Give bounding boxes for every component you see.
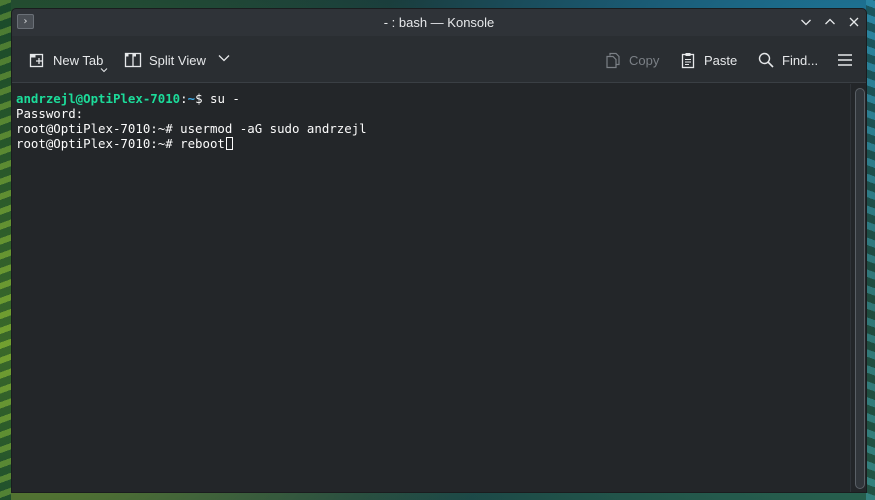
chevron-down-icon <box>801 19 811 26</box>
paste-label: Paste <box>704 52 738 68</box>
maximize-button[interactable] <box>821 13 839 31</box>
terminal-scrollbar[interactable] <box>850 84 866 492</box>
split-view-icon <box>124 52 142 68</box>
copy-label: Copy <box>629 52 660 68</box>
new-tab-button[interactable]: New Tab <box>28 47 103 73</box>
caret-down-icon[interactable] <box>100 67 108 73</box>
terminal-line: root@OptiPlex-7010:~# reboot <box>16 136 850 151</box>
terminal-output[interactable]: andrzejl@OptiPlex-7010:~$ su - Password:… <box>12 84 850 492</box>
find-label: Find... <box>782 52 819 68</box>
title-bar[interactable]: › - : bash — Konsole <box>12 9 866 36</box>
chevron-down-icon[interactable] <box>217 51 231 65</box>
search-icon <box>758 52 774 68</box>
prompt-path: ~ <box>187 91 196 106</box>
hamburger-menu-button[interactable] <box>836 47 854 73</box>
paste-icon <box>681 53 695 69</box>
scrollbar-handle[interactable] <box>855 88 865 489</box>
close-icon <box>849 17 859 27</box>
find-button[interactable]: Find... <box>757 47 818 73</box>
text-cursor <box>225 137 233 150</box>
chevron-up-icon <box>825 18 835 25</box>
command-text: su - <box>202 91 240 106</box>
main-toolbar: New Tab Split View Copy Paste Find... <box>12 36 866 83</box>
paste-button[interactable]: Paste <box>679 47 737 73</box>
split-view-button[interactable]: Split View <box>124 47 206 73</box>
konsole-window: › - : bash — Konsole New Tab Split View … <box>11 8 867 493</box>
terminal-line: root@OptiPlex-7010:~# usermod -aG sudo a… <box>16 121 367 136</box>
desktop-wallpaper-left <box>0 0 11 500</box>
new-tab-icon <box>29 53 44 68</box>
desktop-wallpaper-right <box>866 0 875 500</box>
window-title: - : bash — Konsole <box>383 15 495 30</box>
prompt-separator: : <box>180 91 188 106</box>
split-view-label: Split View <box>149 52 206 68</box>
copy-button[interactable]: Copy <box>604 47 659 73</box>
hamburger-menu-icon <box>838 54 852 66</box>
command-text: root@OptiPlex-7010:~# reboot <box>16 136 225 151</box>
terminal-line: andrzejl@OptiPlex-7010:~$ su - <box>16 91 850 106</box>
prompt-symbol: $ <box>195 91 203 106</box>
prompt-user-host: andrzejl@OptiPlex-7010 <box>16 91 181 106</box>
close-button[interactable] <box>845 13 863 31</box>
minimize-button[interactable] <box>797 13 815 31</box>
new-tab-label: New Tab <box>53 52 104 68</box>
copy-icon <box>606 52 620 69</box>
terminal-line: Password: <box>16 106 84 121</box>
